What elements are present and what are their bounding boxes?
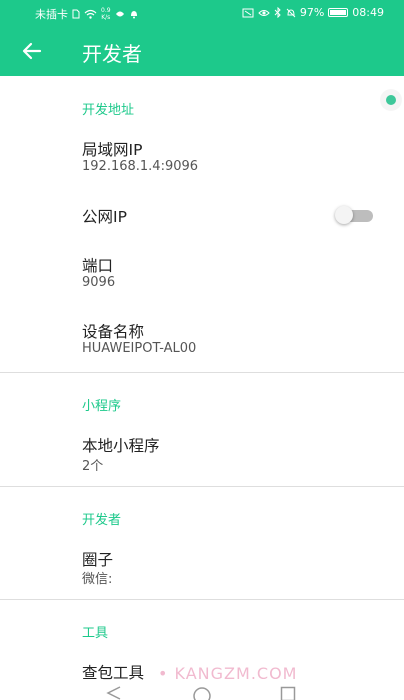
public-ip-toggle[interactable] <box>335 208 373 222</box>
battery-icon <box>328 8 348 17</box>
circle-title: 圈子 <box>82 548 113 570</box>
device-name-title: 设备名称 <box>82 320 144 342</box>
page-title: 开发者 <box>82 38 142 67</box>
nav-home-icon[interactable] <box>192 686 212 700</box>
nav-recents-icon[interactable] <box>280 686 296 700</box>
port-value: 9096 <box>82 275 115 290</box>
divider <box>0 372 404 373</box>
section-header-mini-program: 小程序 <box>82 395 121 414</box>
circle-subtitle: 微信: <box>82 568 112 587</box>
mute-bell-icon <box>286 8 296 18</box>
toggle-thumb <box>335 206 353 224</box>
eye-icon <box>258 8 270 18</box>
lan-ip-value: 192.168.1.4:9096 <box>82 159 198 174</box>
port-title: 端口 <box>82 254 113 276</box>
speed-unit: K/s <box>101 14 111 21</box>
back-arrow-icon[interactable] <box>20 39 44 63</box>
battery-level <box>330 10 346 15</box>
section-header-tools: 工具 <box>82 622 108 641</box>
bluetooth-icon <box>274 7 282 18</box>
sim-icon <box>72 9 80 19</box>
lan-ip-title: 局域网IP <box>82 138 142 160</box>
status-bar: 未插卡 0.9 K/s 97% 08:49 <box>0 0 404 26</box>
nav-back-icon[interactable] <box>106 686 122 700</box>
section-header-dev-address: 开发地址 <box>82 99 134 118</box>
section-header-developer: 开发者 <box>82 509 121 528</box>
local-mini-program-count: 2个 <box>82 455 103 474</box>
device-name-value: HUAWEIPOT-AL00 <box>82 341 196 356</box>
battery-percent: 97% <box>300 6 324 19</box>
nfc-icon <box>242 8 254 18</box>
local-mini-program-title: 本地小程序 <box>82 434 160 456</box>
carrier-text: 未插卡 <box>35 6 68 22</box>
status-bar-left: 未插卡 0.9 K/s <box>35 6 139 22</box>
notification-icon <box>129 9 139 19</box>
clock: 08:49 <box>352 6 384 19</box>
network-speed: 0.9 K/s <box>101 7 111 21</box>
app-bar: 开发者 <box>0 26 404 76</box>
settings-list <box>0 76 404 696</box>
floating-dot-icon[interactable] <box>386 95 396 105</box>
divider <box>0 599 404 600</box>
divider <box>0 486 404 487</box>
wifi-icon <box>84 9 97 19</box>
public-ip-title: 公网IP <box>82 205 127 227</box>
system-nav-bar <box>0 680 404 696</box>
status-bar-right: 97% 08:49 <box>242 6 384 19</box>
eye-shield-icon <box>115 9 125 19</box>
speed-value: 0.9 <box>101 7 111 14</box>
